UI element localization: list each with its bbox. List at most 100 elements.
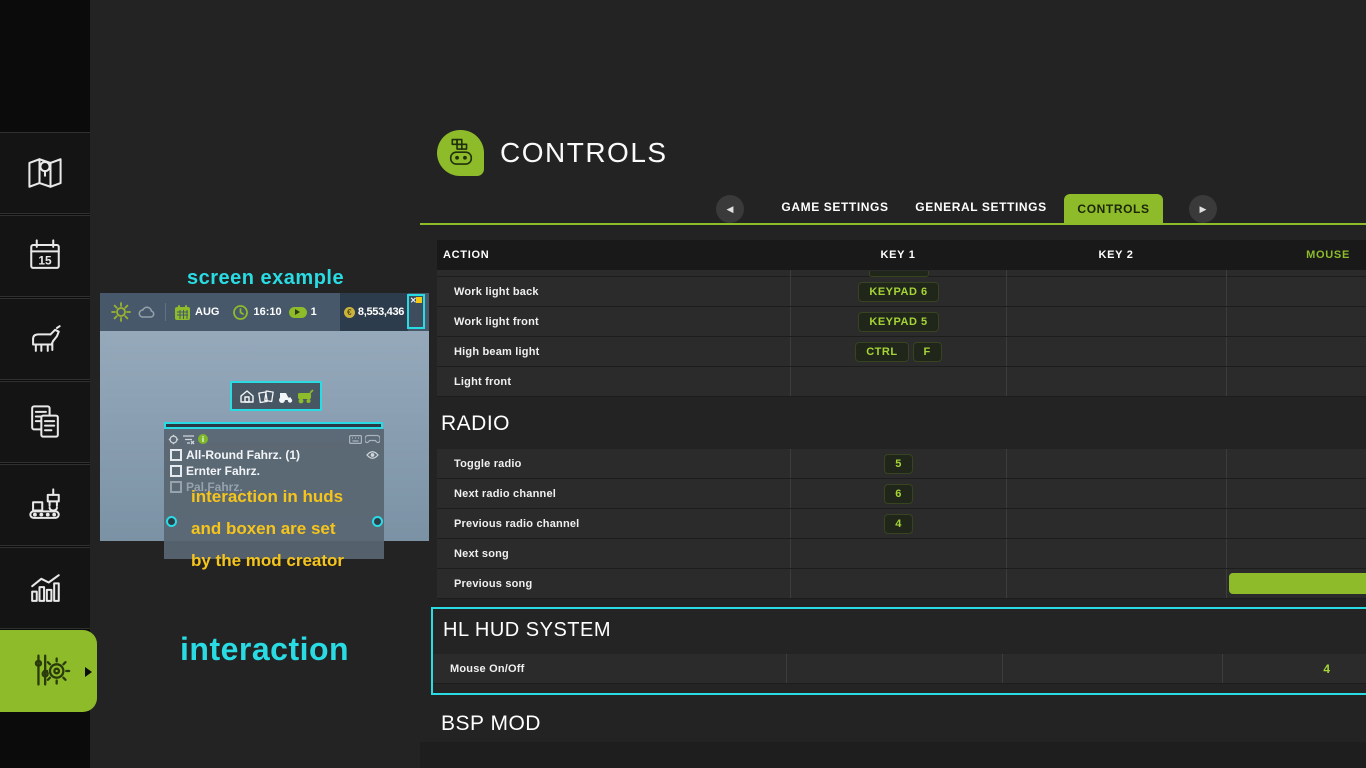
- key2-cell[interactable]: [1002, 654, 1222, 683]
- key2-cell[interactable]: [1006, 307, 1226, 336]
- key2-cell[interactable]: [1006, 449, 1226, 478]
- gear-icon: [168, 434, 179, 445]
- action-label: High beam light: [437, 337, 790, 366]
- sidebar-item-contracts[interactable]: [0, 381, 90, 463]
- checkbox-icon: [170, 465, 182, 477]
- tab-controls-active[interactable]: CONTROLS: [1064, 194, 1163, 225]
- table-row[interactable]: Work light frontKEYPAD 5: [437, 307, 1366, 337]
- key2-cell[interactable]: [1006, 277, 1226, 306]
- key1-cell[interactable]: 4: [790, 509, 1006, 538]
- mouse-cell[interactable]: [1226, 569, 1366, 598]
- checkbox-icon: [170, 449, 182, 461]
- key1-cell[interactable]: 6: [790, 479, 1006, 508]
- note-line: interaction in huds: [191, 481, 344, 513]
- mini-calendar-icon: [174, 304, 191, 321]
- column-header-mouse: MOUSE: [1226, 240, 1366, 270]
- table-row[interactable]: Mouse On/Off4: [433, 654, 1366, 684]
- annotation-box-hud-icons: [230, 381, 322, 411]
- mouse-binding-bar[interactable]: [1229, 573, 1366, 594]
- key1-cell[interactable]: [790, 539, 1006, 568]
- mouse-cell[interactable]: [1226, 367, 1366, 396]
- tabs-prev-button[interactable]: ◀: [716, 195, 744, 223]
- action-cell: [437, 270, 790, 277]
- sidebar-item-statistics[interactable]: [0, 547, 90, 629]
- tab-underline: [420, 223, 1366, 225]
- table-row[interactable]: Work light backKEYPAD 6: [437, 277, 1366, 307]
- column-header-action: ACTION: [437, 240, 790, 270]
- key2-cell[interactable]: [1006, 539, 1226, 568]
- key1-cell[interactable]: [790, 569, 1006, 598]
- mouse-cell[interactable]: [1226, 449, 1366, 478]
- key1-cell[interactable]: CTRLF: [790, 337, 1006, 366]
- section-title: HL HUD SYSTEM: [433, 609, 1366, 654]
- key1-cell[interactable]: [786, 654, 1002, 683]
- mouse-cell[interactable]: [1226, 337, 1366, 366]
- table-row[interactable]: Previous radio channel 4: [437, 509, 1366, 539]
- hud-month: AUG: [195, 306, 219, 318]
- list-item: Ernter Fahrz.: [170, 463, 384, 479]
- sidebar-item-settings[interactable]: [0, 630, 97, 712]
- sidebar-item-production[interactable]: [0, 464, 90, 546]
- action-label: Previous radio channel: [437, 509, 790, 538]
- key-button[interactable]: 4: [884, 514, 913, 534]
- production-icon: [23, 483, 67, 527]
- sun-icon: [110, 301, 132, 323]
- key1-cell: [790, 270, 1006, 277]
- mouse-cell: [1226, 270, 1366, 277]
- tab-general-settings[interactable]: GENERAL SETTINGS: [903, 200, 1059, 214]
- sidebar-item-animals[interactable]: [0, 298, 90, 380]
- key2-cell[interactable]: [1006, 479, 1226, 508]
- table-row[interactable]: Next song: [437, 539, 1366, 569]
- money-coin-icon: €: [344, 307, 355, 318]
- table-row[interactable]: Toggle radio5: [437, 449, 1366, 479]
- list-item: All-Round Fahrz. (1): [170, 447, 384, 463]
- time-scale-icon: [289, 307, 307, 318]
- action-label: Light front: [437, 367, 790, 396]
- eye-icon: [366, 451, 379, 459]
- mouse-cell[interactable]: [1226, 307, 1366, 336]
- key1-cell[interactable]: KEYPAD 5: [790, 307, 1006, 336]
- key1-cell[interactable]: 5: [790, 449, 1006, 478]
- tabs-next-button[interactable]: ▶: [1189, 195, 1217, 223]
- column-header-key-1: KEY 1: [790, 240, 1006, 270]
- mouse-binding: 4: [1323, 662, 1330, 676]
- cloud-icon: [137, 304, 157, 320]
- yellow-marker-icon: [416, 297, 422, 303]
- mouse-cell[interactable]: [1226, 479, 1366, 508]
- settings-icon: [26, 648, 72, 694]
- key-button[interactable]: 6: [884, 484, 913, 504]
- table-row[interactable]: Next radio channel6: [437, 479, 1366, 509]
- mouse-cell[interactable]: 4: [1222, 654, 1362, 683]
- annotation-strip: [164, 422, 383, 429]
- key-button[interactable]: KEYPAD 6: [858, 282, 938, 302]
- key2-cell[interactable]: [1006, 367, 1226, 396]
- table-row[interactable]: High beam lightCTRLF: [437, 337, 1366, 367]
- mouse-cell[interactable]: [1226, 509, 1366, 538]
- mouse-cell[interactable]: [1226, 539, 1366, 568]
- key-button[interactable]: F: [913, 342, 942, 362]
- key2-cell[interactable]: [1006, 569, 1226, 598]
- sidebar: 15: [0, 0, 90, 768]
- mouse-cell[interactable]: [1226, 277, 1366, 306]
- table-row[interactable]: Previous song: [437, 569, 1366, 599]
- sidebar-item-calendar[interactable]: 15: [0, 215, 90, 297]
- key1-cell[interactable]: KEYPAD 6: [790, 277, 1006, 306]
- contracts-icon: [23, 400, 67, 444]
- tab-game-settings[interactable]: GAME SETTINGS: [770, 200, 900, 214]
- sidebar-item-map[interactable]: [0, 132, 90, 214]
- harvester-icon: [297, 389, 314, 404]
- selection-handle: [372, 516, 383, 527]
- key-button[interactable]: 5: [884, 454, 913, 474]
- key-button[interactable]: KEYPAD 5: [858, 312, 938, 332]
- gamepad-icon: [442, 134, 480, 172]
- key2-cell[interactable]: [1006, 509, 1226, 538]
- table-row[interactable]: Light front: [437, 367, 1366, 397]
- key1-cell[interactable]: [790, 367, 1006, 396]
- key-button[interactable]: CTRL: [855, 342, 908, 362]
- annotation-box-topright: ✕: [407, 294, 425, 329]
- info-icon: i: [198, 434, 208, 444]
- selection-handle: [166, 516, 177, 527]
- key2-cell[interactable]: [1006, 337, 1226, 366]
- calendar-icon: 15: [23, 234, 67, 278]
- section-title: RADIO: [437, 397, 1366, 449]
